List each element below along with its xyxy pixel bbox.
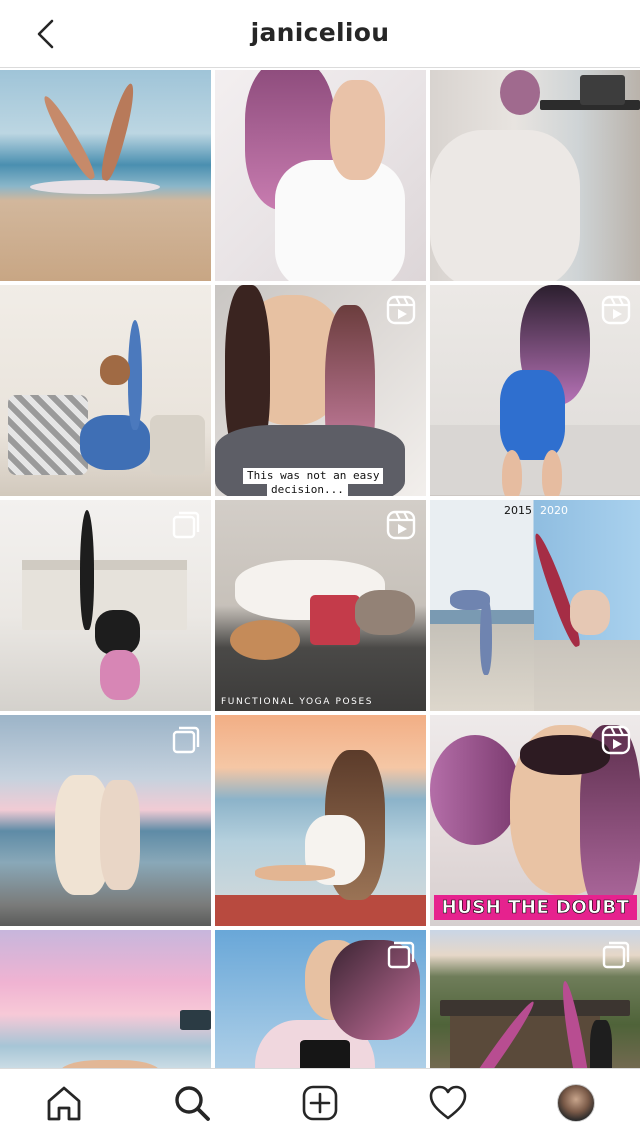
post-tile[interactable] xyxy=(215,70,426,281)
tab-home[interactable] xyxy=(42,1081,86,1125)
post-tile[interactable] xyxy=(0,285,211,496)
reel-caption-line-2: decision... xyxy=(267,482,348,496)
post-tile[interactable] xyxy=(0,500,211,711)
post-tile[interactable]: 2015 2020 xyxy=(430,500,640,711)
explore-grid: This was not an easy decision... FUNCTIO… xyxy=(0,70,640,1138)
reel-icon xyxy=(601,725,631,755)
reel-caption: FUNCTIONAL YOGA POSES xyxy=(221,697,374,707)
carousel-icon xyxy=(387,941,415,969)
top-header: janiceliou xyxy=(0,0,640,68)
post-tile[interactable]: This was not an easy decision... xyxy=(215,285,426,496)
search-icon xyxy=(175,1086,210,1121)
year-label-right: 2020 xyxy=(540,504,568,517)
home-icon xyxy=(47,1086,81,1121)
reel-icon xyxy=(386,510,416,540)
bottom-tab-bar xyxy=(0,1068,640,1138)
year-label-left: 2015 xyxy=(504,504,532,517)
tab-search[interactable] xyxy=(170,1081,214,1125)
tab-activity[interactable] xyxy=(426,1081,470,1125)
tab-profile[interactable] xyxy=(554,1081,598,1125)
reel-caption: HUSH THE DOUBT xyxy=(434,895,637,920)
post-tile[interactable] xyxy=(0,70,211,281)
add-post-icon xyxy=(302,1085,338,1121)
reel-icon xyxy=(386,295,416,325)
post-tile[interactable]: HUSH THE DOUBT xyxy=(430,715,640,926)
reel-icon xyxy=(601,295,631,325)
carousel-icon xyxy=(602,941,630,969)
post-tile[interactable] xyxy=(0,715,211,926)
post-tile[interactable]: FUNCTIONAL YOGA POSES xyxy=(215,500,426,711)
heart-icon xyxy=(429,1085,467,1120)
profile-username-title: janiceliou xyxy=(250,18,390,47)
tab-new-post[interactable] xyxy=(298,1081,342,1125)
post-tile[interactable] xyxy=(215,715,426,926)
carousel-icon xyxy=(172,726,200,754)
profile-avatar xyxy=(557,1084,595,1122)
post-tile[interactable] xyxy=(430,285,640,496)
carousel-icon xyxy=(172,511,200,539)
post-tile[interactable] xyxy=(430,70,640,281)
